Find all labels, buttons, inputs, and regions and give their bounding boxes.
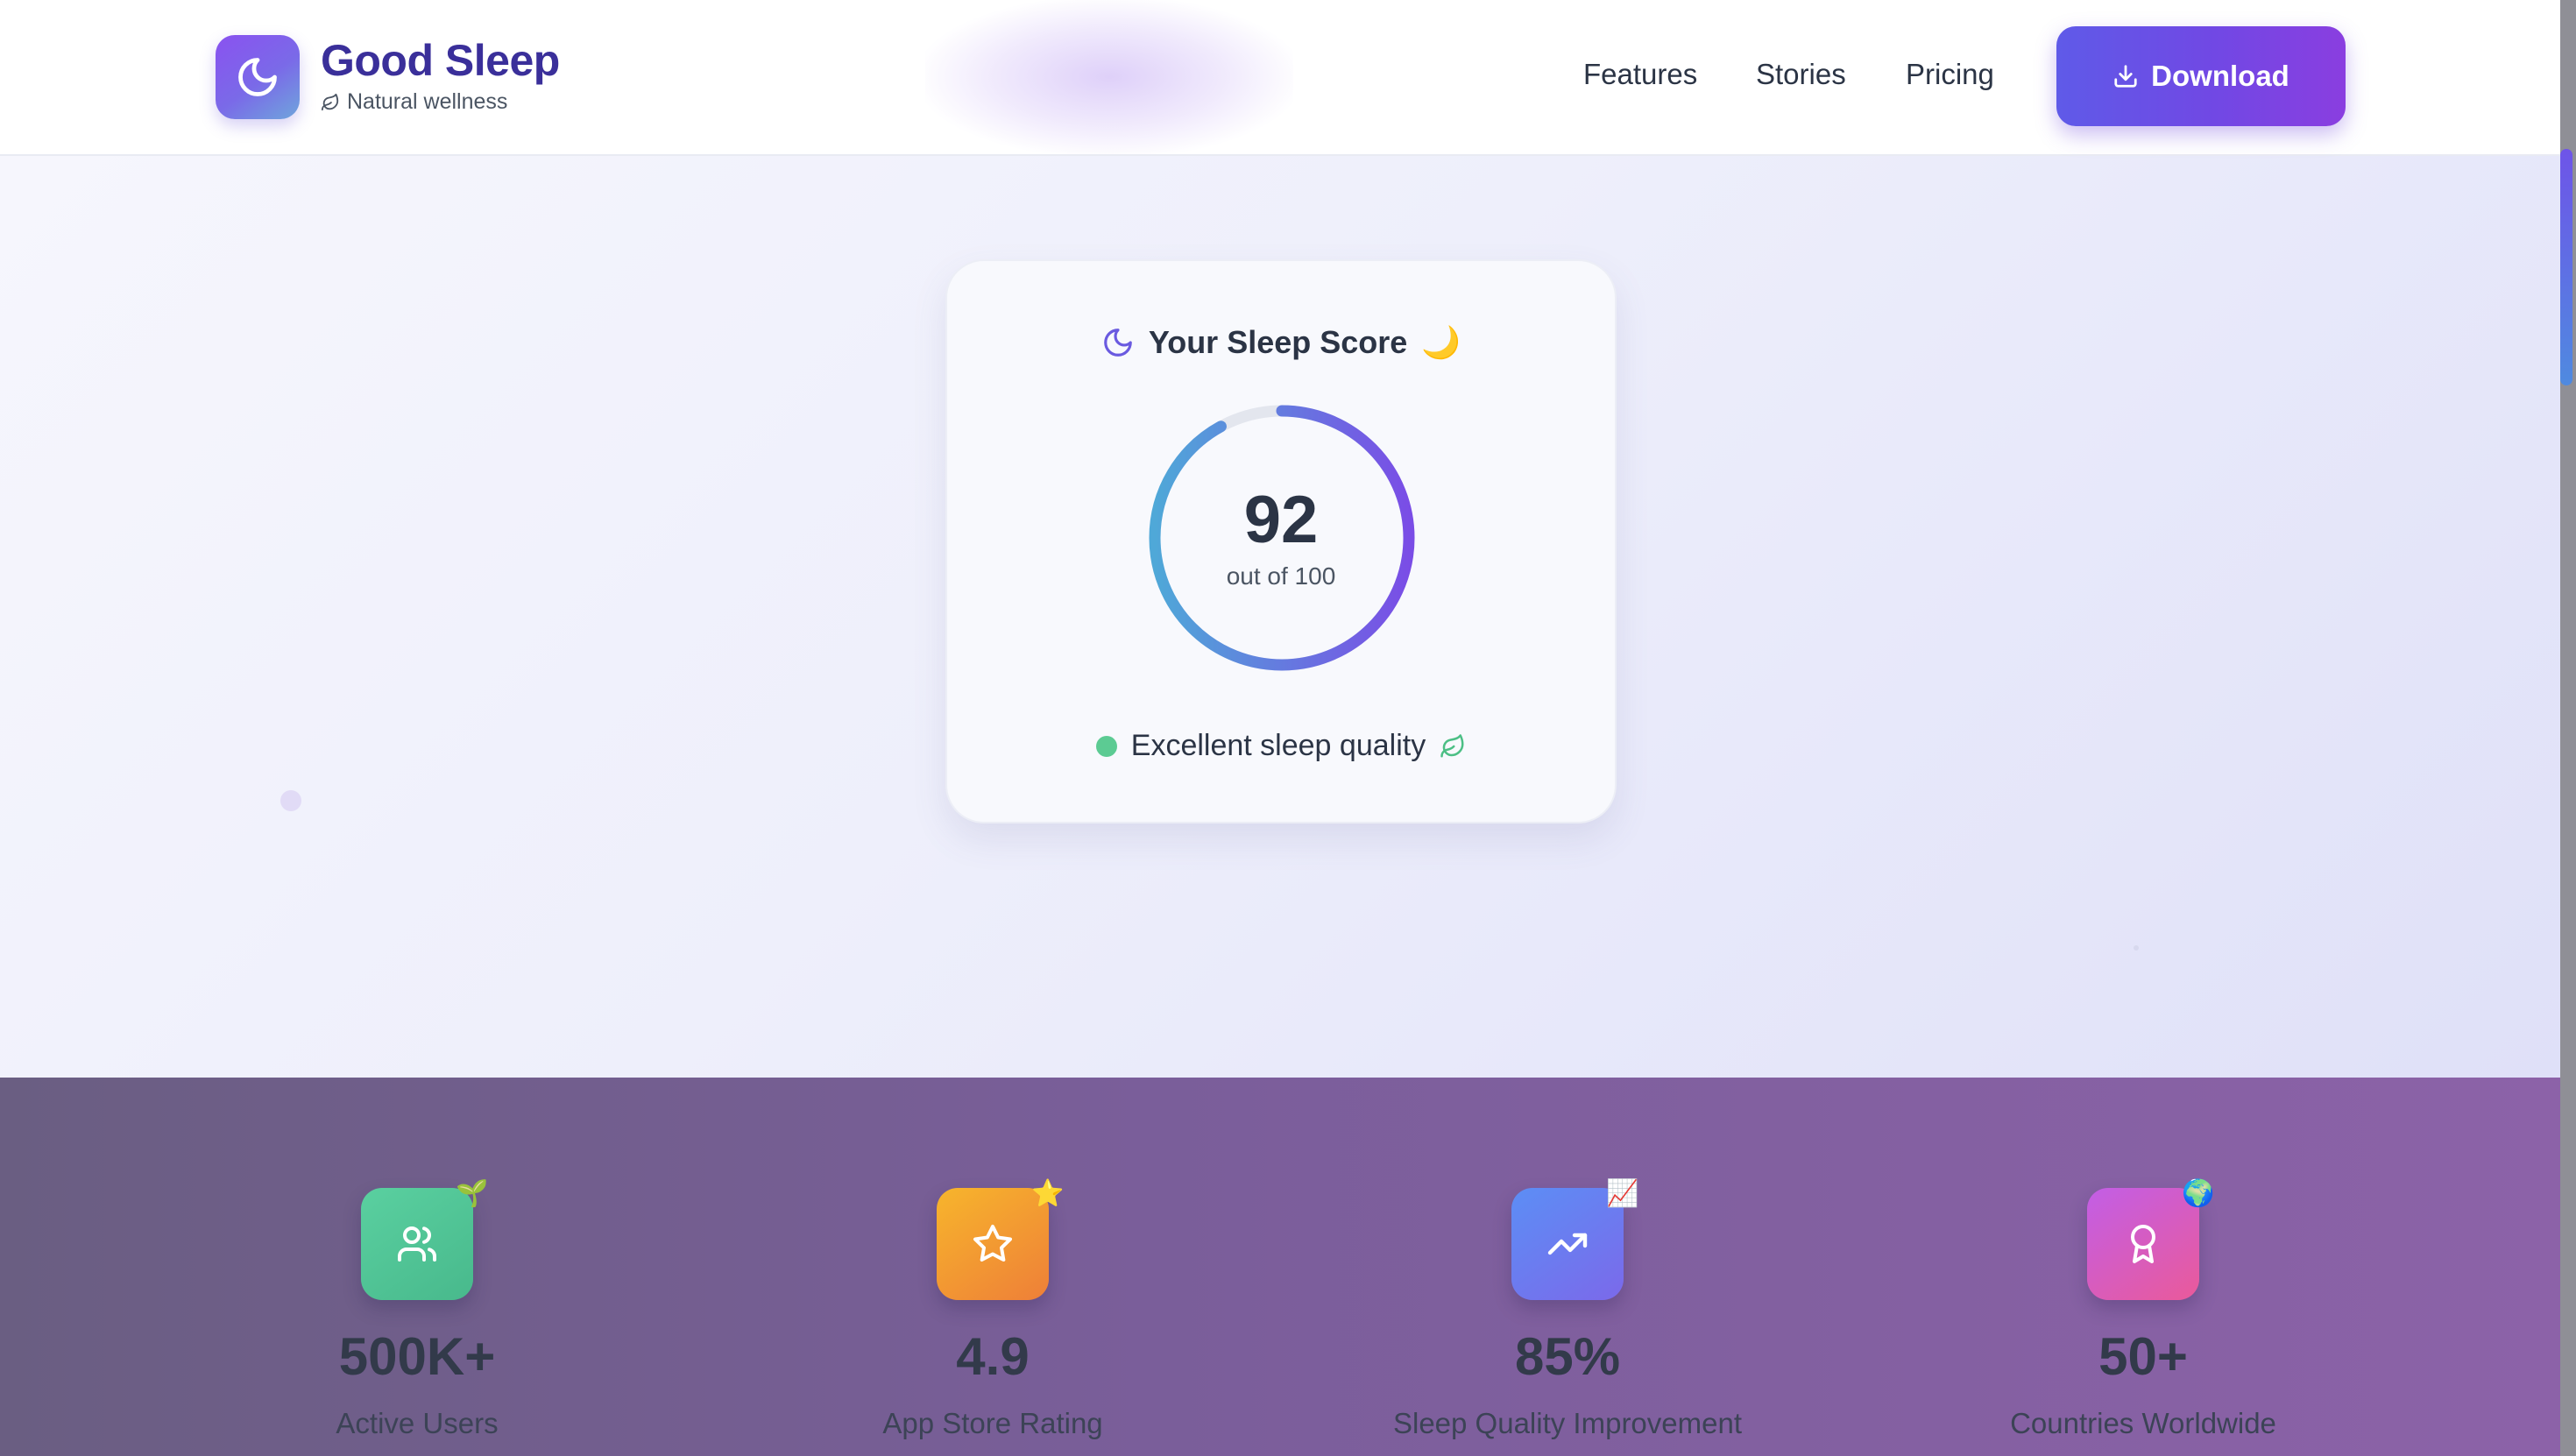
floating-dot-decoration (280, 790, 301, 811)
leaf-icon (1440, 733, 1464, 757)
stat-label: Active Users (336, 1407, 499, 1439)
stat-label: Countries Worldwide (2010, 1407, 2276, 1439)
sleep-quality-status: Excellent sleep quality (947, 729, 1615, 763)
download-button[interactable]: Download (2056, 26, 2346, 126)
nav-link-features[interactable]: Features (1583, 58, 1697, 91)
download-button-label: Download (2151, 60, 2289, 92)
download-icon (2114, 65, 2137, 88)
sleep-score-title: Your Sleep Score 🌙 (947, 324, 1615, 361)
stat-value: 500K+ (338, 1327, 496, 1386)
sleep-score-max-label: out of 100 (1226, 562, 1336, 590)
nav-link-stories[interactable]: Stories (1756, 58, 1846, 91)
brand-title[interactable]: Good Sleep (321, 35, 560, 86)
moon-icon (238, 58, 277, 96)
status-dot-icon (1095, 735, 1117, 757)
users-icon (398, 1226, 436, 1262)
sleep-score-card: Your Sleep Score 🌙 92 out of 100 Excelle… (945, 259, 1617, 823)
top-navigation-bar: Good Sleep Natural wellness Features Sto… (0, 0, 2560, 156)
stat-label: App Store Rating (882, 1407, 1103, 1439)
seedling-badge-icon: 🌱 (456, 1179, 489, 1208)
leaf-icon (321, 93, 339, 110)
stat-value: 4.9 (956, 1327, 1030, 1386)
star-icon (973, 1225, 1012, 1262)
brand-tagline: Natural wellness (321, 89, 507, 115)
sleep-score-value: 92 (1243, 483, 1319, 557)
moon-icon (1104, 329, 1132, 357)
chart-badge-icon: 📈 (1606, 1179, 1639, 1208)
nav-link-pricing[interactable]: Pricing (1906, 58, 1994, 91)
trending-up-icon (1547, 1233, 1588, 1255)
stat-label: Sleep Quality Improvement (1392, 1407, 1742, 1439)
stat-value: 85% (1514, 1327, 1621, 1386)
floating-dot-decoration (2134, 945, 2139, 951)
brand-tagline-text: Natural wellness (347, 89, 508, 114)
page-scrollbar-thumb[interactable] (2560, 149, 2572, 385)
star-badge-icon: ⭐ (1031, 1179, 1065, 1208)
award-icon (2131, 1225, 2155, 1263)
globe-badge-icon: 🌍 (2182, 1179, 2215, 1208)
crescent-moon-emoji-icon: 🌙 (1421, 324, 1461, 360)
stat-value: 50+ (2098, 1327, 2188, 1386)
sleep-score-title-text: Your Sleep Score (1148, 324, 1408, 360)
brand-logo[interactable] (216, 35, 300, 119)
sleep-quality-label: Excellent sleep quality (1130, 729, 1426, 762)
